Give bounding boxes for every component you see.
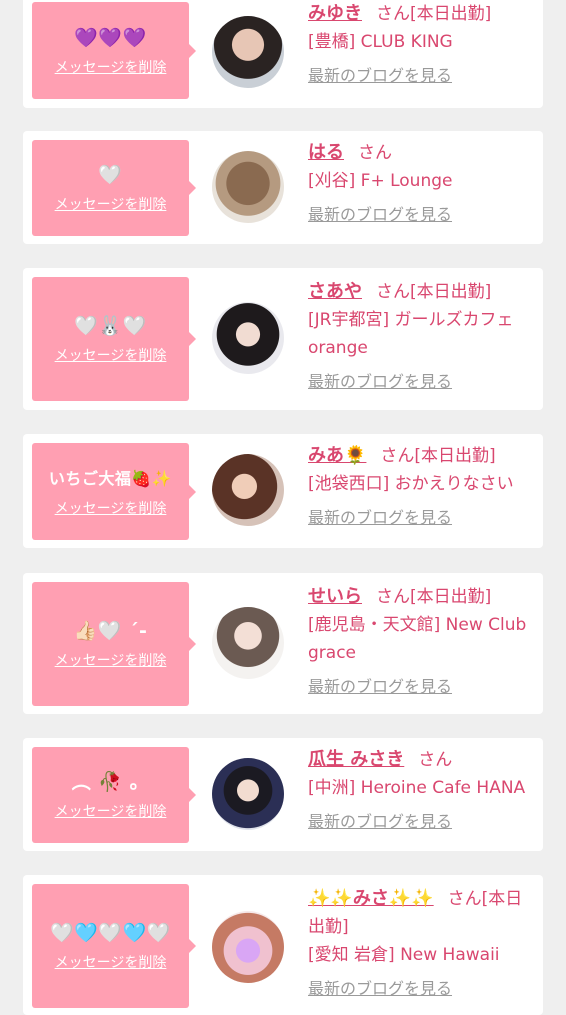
list-item: ︵ 🥀 。 メッセージを削除 瓜生 みさき さん [中洲] Heroine Caf… [23,738,543,851]
message-text: 🤍🐰🤍 [74,315,147,337]
attendance-status: [本日出勤] [410,587,492,607]
message-bubble: ︵ 🥀 。 メッセージを削除 [32,747,196,843]
delete-message-link[interactable]: メッセージを削除 [55,345,167,365]
message-bubble: いちご大福🍓✨ メッセージを削除 [32,443,196,540]
honorific: さん [376,587,410,607]
shop-name: [鹿児島・天文館] New Club grace [308,615,527,663]
message-text: ︵ 🥀 。 [71,771,150,793]
message-bubble: 👍🏻🤍 ˊ- メッセージを削除 [32,582,196,706]
cast-name-link[interactable]: はる [308,142,344,163]
shop-name: [刈谷] F+ Lounge [308,171,453,191]
delete-message-link[interactable]: メッセージを削除 [55,498,167,518]
profile-info: 瓜生 みさき さん [中洲] Heroine Cafe HANA 最新のブログを見… [308,746,538,836]
latest-blog-link[interactable]: 最新のブログを見る [308,504,538,532]
list-item: 🤍🐰🤍 メッセージを削除 さあや さん[本日出勤] [JR宇都宮] ガールズカフェ… [23,268,543,410]
shop-name: [JR宇都宮] ガールズカフェ orange [308,310,514,358]
message-bubble: 🤍 メッセージを削除 [32,140,196,236]
delete-message-link[interactable]: メッセージを削除 [55,650,167,670]
latest-blog-link[interactable]: 最新のブログを見る [308,368,538,396]
profile-info: せいら さん[本日出勤] [鹿児島・天文館] New Club grace 最新の… [308,583,538,701]
honorific: さん [447,889,482,909]
message-bubble: 🤍🩵🤍🩵🤍 メッセージを削除 [32,884,196,1008]
honorific: さん [418,750,453,770]
avatar[interactable] [212,151,284,223]
honorific: さん [376,4,410,24]
attendance-status: [本日出勤] [410,282,492,302]
avatar[interactable] [212,607,284,679]
delete-message-link[interactable]: メッセージを削除 [55,194,167,214]
shop-name: [中洲] Heroine Cafe HANA [308,778,526,798]
avatar[interactable] [212,911,284,983]
profile-info: さあや さん[本日出勤] [JR宇都宮] ガールズカフェ orange 最新のブロ… [308,278,538,396]
list-item: 🤍🩵🤍🩵🤍 メッセージを削除 ✨✨みさ✨✨ さん[本日出勤] [愛知 岩倉] Ne… [23,875,543,1015]
cast-name-link[interactable]: みあ🌻 [308,445,366,466]
message-text: 👍🏻🤍 ˊ- [73,620,148,642]
honorific: さん [380,446,415,466]
profile-info: ✨✨みさ✨✨ さん[本日出勤] [愛知 岩倉] New Hawaii 最新のブログ… [308,885,538,1003]
list-item: 💜💜💜 メッセージを削除 みゆき さん[本日出勤] [豊橋] CLUB KING … [23,0,543,108]
message-text: 💜💜💜 [74,26,147,49]
latest-blog-link[interactable]: 最新のブログを見る [308,673,538,701]
delete-message-link[interactable]: メッセージを削除 [55,952,167,972]
profile-info: はる さん [刈谷] F+ Lounge 最新のブログを見る [308,139,538,229]
avatar[interactable] [212,302,284,374]
cast-name-link[interactable]: 瓜生 みさき [308,749,404,770]
latest-blog-link[interactable]: 最新のブログを見る [308,808,538,836]
shop-name: [豊橋] CLUB KING [308,32,453,52]
avatar[interactable] [212,758,284,830]
latest-blog-link[interactable]: 最新のブログを見る [308,62,538,90]
list-item: 👍🏻🤍 ˊ- メッセージを削除 せいら さん[本日出勤] [鹿児島・天文館] Ne… [23,573,543,714]
honorific: さん [358,143,392,163]
message-bubble: 🤍🐰🤍 メッセージを削除 [32,277,196,401]
profile-info: みゆき さん[本日出勤] [豊橋] CLUB KING 最新のブログを見る [308,0,538,90]
delete-message-link[interactable]: メッセージを削除 [55,801,167,821]
delete-message-link[interactable]: メッセージを削除 [55,57,167,77]
cast-name-link[interactable]: みゆき [308,3,362,24]
attendance-status: [本日出勤] [410,4,492,24]
cast-name-link[interactable]: せいら [308,586,362,607]
attendance-status: [本日出勤] [414,446,496,466]
list-item: 🤍 メッセージを削除 はる さん [刈谷] F+ Lounge 最新のブログを見る [23,131,543,244]
message-bubble: 💜💜💜 メッセージを削除 [32,2,196,99]
honorific: さん [376,282,410,302]
message-list: 💜💜💜 メッセージを削除 みゆき さん[本日出勤] [豊橋] CLUB KING … [0,0,566,1015]
avatar[interactable] [212,16,284,88]
message-text: いちご大福🍓✨ [48,468,173,488]
list-item: いちご大福🍓✨ メッセージを削除 みあ🌻 さん[本日出勤] [池袋西口] おかえり… [23,434,543,548]
message-text: 🤍 [98,164,123,186]
cast-name-link[interactable]: ✨✨みさ✨✨ [308,888,434,909]
shop-name: [池袋西口] おかえりなさい [308,474,514,494]
avatar[interactable] [212,454,284,526]
latest-blog-link[interactable]: 最新のブログを見る [308,975,538,1003]
profile-info: みあ🌻 さん[本日出勤] [池袋西口] おかえりなさい 最新のブログを見る [308,442,538,532]
latest-blog-link[interactable]: 最新のブログを見る [308,201,538,229]
shop-name: [愛知 岩倉] New Hawaii [308,945,500,965]
cast-name-link[interactable]: さあや [308,281,362,302]
message-text: 🤍🩵🤍🩵🤍 [50,922,171,944]
